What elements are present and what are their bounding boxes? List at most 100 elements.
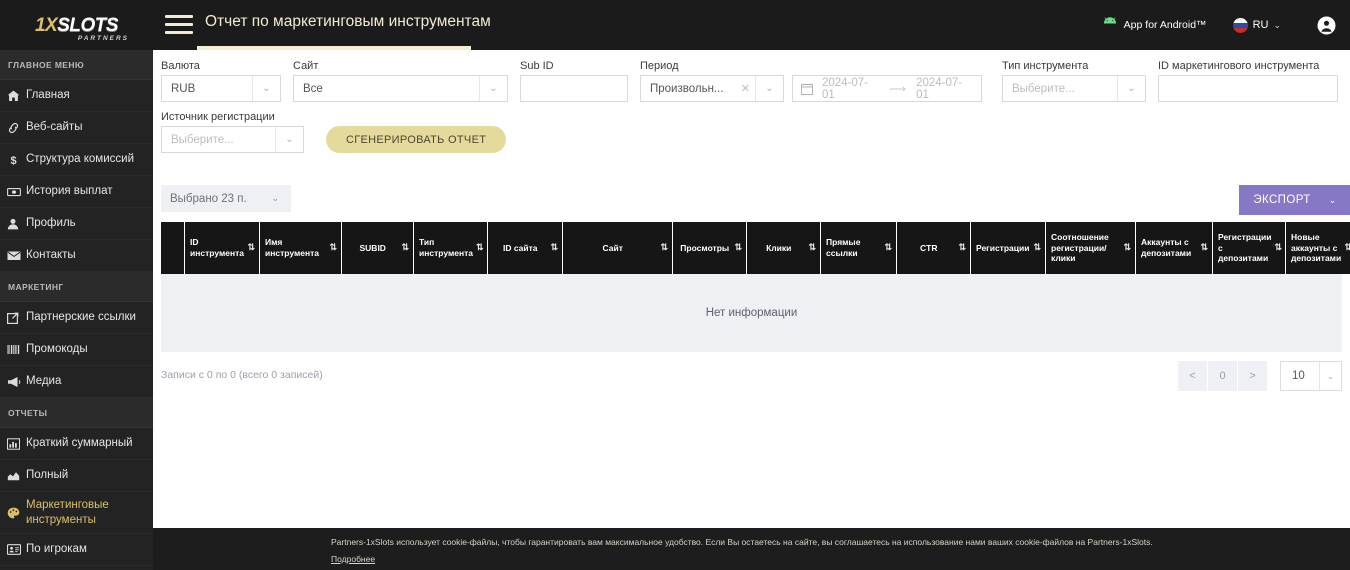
sidebar-section-title: ГЛАВНОЕ МЕНЮ [0, 50, 153, 80]
sort-toggle-icon[interactable]: ⇅ [476, 242, 483, 253]
table-column-label: Аккаунты с депозитами [1141, 237, 1192, 258]
table-column-header-1[interactable]: ID инструмента ⇅ [185, 222, 260, 274]
account-avatar-icon[interactable] [1317, 16, 1336, 35]
sort-toggle-icon[interactable]: ⇅ [884, 242, 891, 253]
android-app-link[interactable]: App for Android™ [1102, 16, 1207, 34]
sidebar-item-3-s3[interactable]: Маркетинговые инструменты [0, 492, 153, 534]
megaphone-icon [7, 376, 26, 388]
filter-period-label: Период [640, 60, 679, 72]
sidebar-item-label: История выплат [26, 185, 113, 198]
records-info: Записи с 0 по 0 (всего 0 записей) [161, 369, 323, 381]
brand-logo[interactable]: 1XSLOTS PARTNERS [0, 0, 153, 50]
sort-toggle-icon[interactable]: ⇅ [1033, 242, 1040, 253]
subid-input-wrap[interactable] [520, 75, 628, 102]
table-column-header-15[interactable]: Новые аккаунты с депозитами ⇅ [1286, 222, 1350, 274]
sidebar-item-label: Профиль [26, 217, 76, 230]
menu-toggle-icon[interactable] [165, 11, 193, 37]
table-column-label: Прямые ссылки [826, 237, 861, 258]
sort-toggle-icon[interactable]: ⇅ [550, 242, 557, 253]
language-selector[interactable]: RU ⌄ [1232, 17, 1281, 33]
reg-source-select[interactable]: Выберите... ⌄ [161, 126, 304, 153]
sort-toggle-icon[interactable]: ⇅ [247, 242, 254, 253]
site-select[interactable]: Все ⌄ [293, 75, 508, 102]
page-size-select[interactable]: 10 ⌄ [1280, 361, 1342, 391]
page-next-button[interactable]: > [1238, 361, 1268, 391]
sidebar-item-label: Контакты [26, 249, 76, 262]
filter-period: Период Произвольн... ✕ ⌄ 2024-07-01 ⟶ 20… [640, 60, 982, 102]
header-actions: App for Android™ RU ⌄ [1102, 0, 1336, 50]
table-column-header-10[interactable]: CTR ⇅ [897, 222, 971, 274]
sidebar-item-4-s1[interactable]: История выплат [0, 176, 153, 208]
sort-toggle-icon[interactable]: ⇅ [1123, 242, 1130, 253]
sidebar-item-1-s3[interactable]: Краткий суммарный [0, 428, 153, 460]
marketing-id-input-wrap[interactable] [1158, 75, 1338, 102]
table-column-header-4[interactable]: Тип инструмента ⇅ [414, 222, 488, 274]
android-app-label: App for Android™ [1123, 19, 1207, 31]
filter-instrument-type-label: Тип инструмента [1002, 60, 1089, 72]
sort-toggle-icon[interactable]: ⇅ [1274, 242, 1281, 253]
sidebar-item-label: Полный [26, 469, 69, 482]
table-column-header-3[interactable]: SUBID ⇅ [342, 222, 414, 274]
sort-toggle-icon[interactable]: ⇅ [1200, 242, 1207, 253]
sidebar-item-2-s2[interactable]: Промокоды [0, 334, 153, 366]
logo-slots-text: SLOTS [57, 14, 119, 36]
table-column-label: Клики [766, 242, 792, 253]
sidebar-item-3-s1[interactable]: $ Структура комиссий [0, 144, 153, 176]
filter-instrument-type: Тип инструмента Выберите... ⌄ [1002, 60, 1146, 102]
sort-toggle-icon[interactable]: ⇅ [660, 242, 667, 253]
sidebar-item-6-s1[interactable]: Контакты [0, 240, 153, 272]
date-from-input[interactable]: 2024-07-01 [822, 77, 879, 101]
table-column-header-2[interactable]: Имя инструмента ⇅ [260, 222, 342, 274]
sidebar-item-3-s2[interactable]: Медиа [0, 366, 153, 398]
table-column-header-13[interactable]: Аккаунты с депозитами ⇅ [1136, 222, 1213, 274]
page-current-button[interactable]: 0 [1208, 361, 1238, 391]
cookie-more-link[interactable]: Подробнее [331, 554, 375, 564]
filter-site: Сайт Все ⌄ [293, 60, 508, 102]
external-link-icon [7, 312, 26, 324]
pagination: < 0 > 10 ⌄ [1178, 361, 1342, 391]
filter-marketing-id: ID маркетингового инструмента [1158, 60, 1338, 102]
table-column-header-9[interactable]: Прямые ссылки ⇅ [821, 222, 897, 274]
table-column-header-12[interactable]: Соотношение регистрации/клики ⇅ [1046, 222, 1136, 274]
filters-row-1: Валюта RUB ⌄ Сайт Все ⌄ Sub ID Период Пр… [161, 60, 1342, 102]
sidebar-item-2-s1[interactable]: Веб-сайты [0, 112, 153, 144]
sidebar-item-4-s3[interactable]: По игрокам [0, 534, 153, 566]
sidebar-item-2-s3[interactable]: Полный [0, 460, 153, 492]
sort-toggle-icon[interactable]: ⇅ [401, 242, 408, 253]
currency-select[interactable]: RUB ⌄ [161, 75, 281, 102]
page-prev-button[interactable]: < [1178, 361, 1208, 391]
sort-toggle-icon[interactable]: ⇅ [734, 242, 741, 253]
table-column-label: Соотношение регистрации/клики [1051, 232, 1109, 264]
sidebar-item-1-s2[interactable]: Партнерские ссылки [0, 302, 153, 334]
clear-icon[interactable]: ✕ [736, 82, 755, 95]
table-column-header-7[interactable]: Просмотры ⇅ [673, 222, 747, 274]
sidebar-section-title: МАРКЕТИНГ [0, 272, 153, 302]
sort-toggle-icon[interactable]: ⇅ [1344, 242, 1350, 253]
main-content: Валюта RUB ⌄ Сайт Все ⌄ Sub ID Период Пр… [153, 50, 1350, 528]
table-column-header-0 [161, 222, 185, 274]
sidebar-section-title: ОТЧЕТЫ [0, 398, 153, 428]
period-select[interactable]: Произвольн... ✕ ⌄ [640, 75, 784, 102]
sort-toggle-icon[interactable]: ⇅ [329, 242, 336, 253]
sidebar-item-label: Краткий суммарный [26, 437, 133, 450]
columns-selector[interactable]: Выбрано 23 п. ⌄ [161, 185, 291, 212]
table-column-label: ID инструмента [190, 237, 244, 258]
table-column-header-5[interactable]: ID сайта ⇅ [488, 222, 563, 274]
sidebar-item-label: Партнерские ссылки [26, 311, 136, 324]
date-to-input[interactable]: 2024-07-01 [916, 77, 973, 101]
table-column-header-14[interactable]: Регистрации с депозитами ⇅ [1213, 222, 1286, 274]
sidebar-item-1-s1[interactable]: Главная [0, 80, 153, 112]
table-footer: Записи с 0 по 0 (всего 0 записей) < 0 > … [161, 361, 1342, 400]
instrument-type-select[interactable]: Выберите... ⌄ [1002, 75, 1146, 102]
report-table: ID инструмента ⇅ Имя инструмента ⇅ SUBID ⇅ Тип… [161, 222, 1350, 352]
sort-toggle-icon[interactable]: ⇅ [808, 242, 815, 253]
date-range-picker[interactable]: 2024-07-01 ⟶ 2024-07-01 [792, 75, 982, 102]
sidebar-item-5-s1[interactable]: Профиль [0, 208, 153, 240]
table-column-header-6[interactable]: Сайт ⇅ [563, 222, 673, 274]
sort-toggle-icon[interactable]: ⇅ [958, 242, 965, 253]
table-column-label: Просмотры [680, 242, 730, 253]
generate-report-button[interactable]: СГЕНЕРИРОВАТЬ ОТЧЕТ [326, 126, 507, 153]
table-column-header-11[interactable]: Регистрации ⇅ [971, 222, 1046, 274]
table-column-header-8[interactable]: Клики ⇅ [747, 222, 821, 274]
export-button[interactable]: ЭКСПОРТ ⌄ [1239, 185, 1350, 215]
